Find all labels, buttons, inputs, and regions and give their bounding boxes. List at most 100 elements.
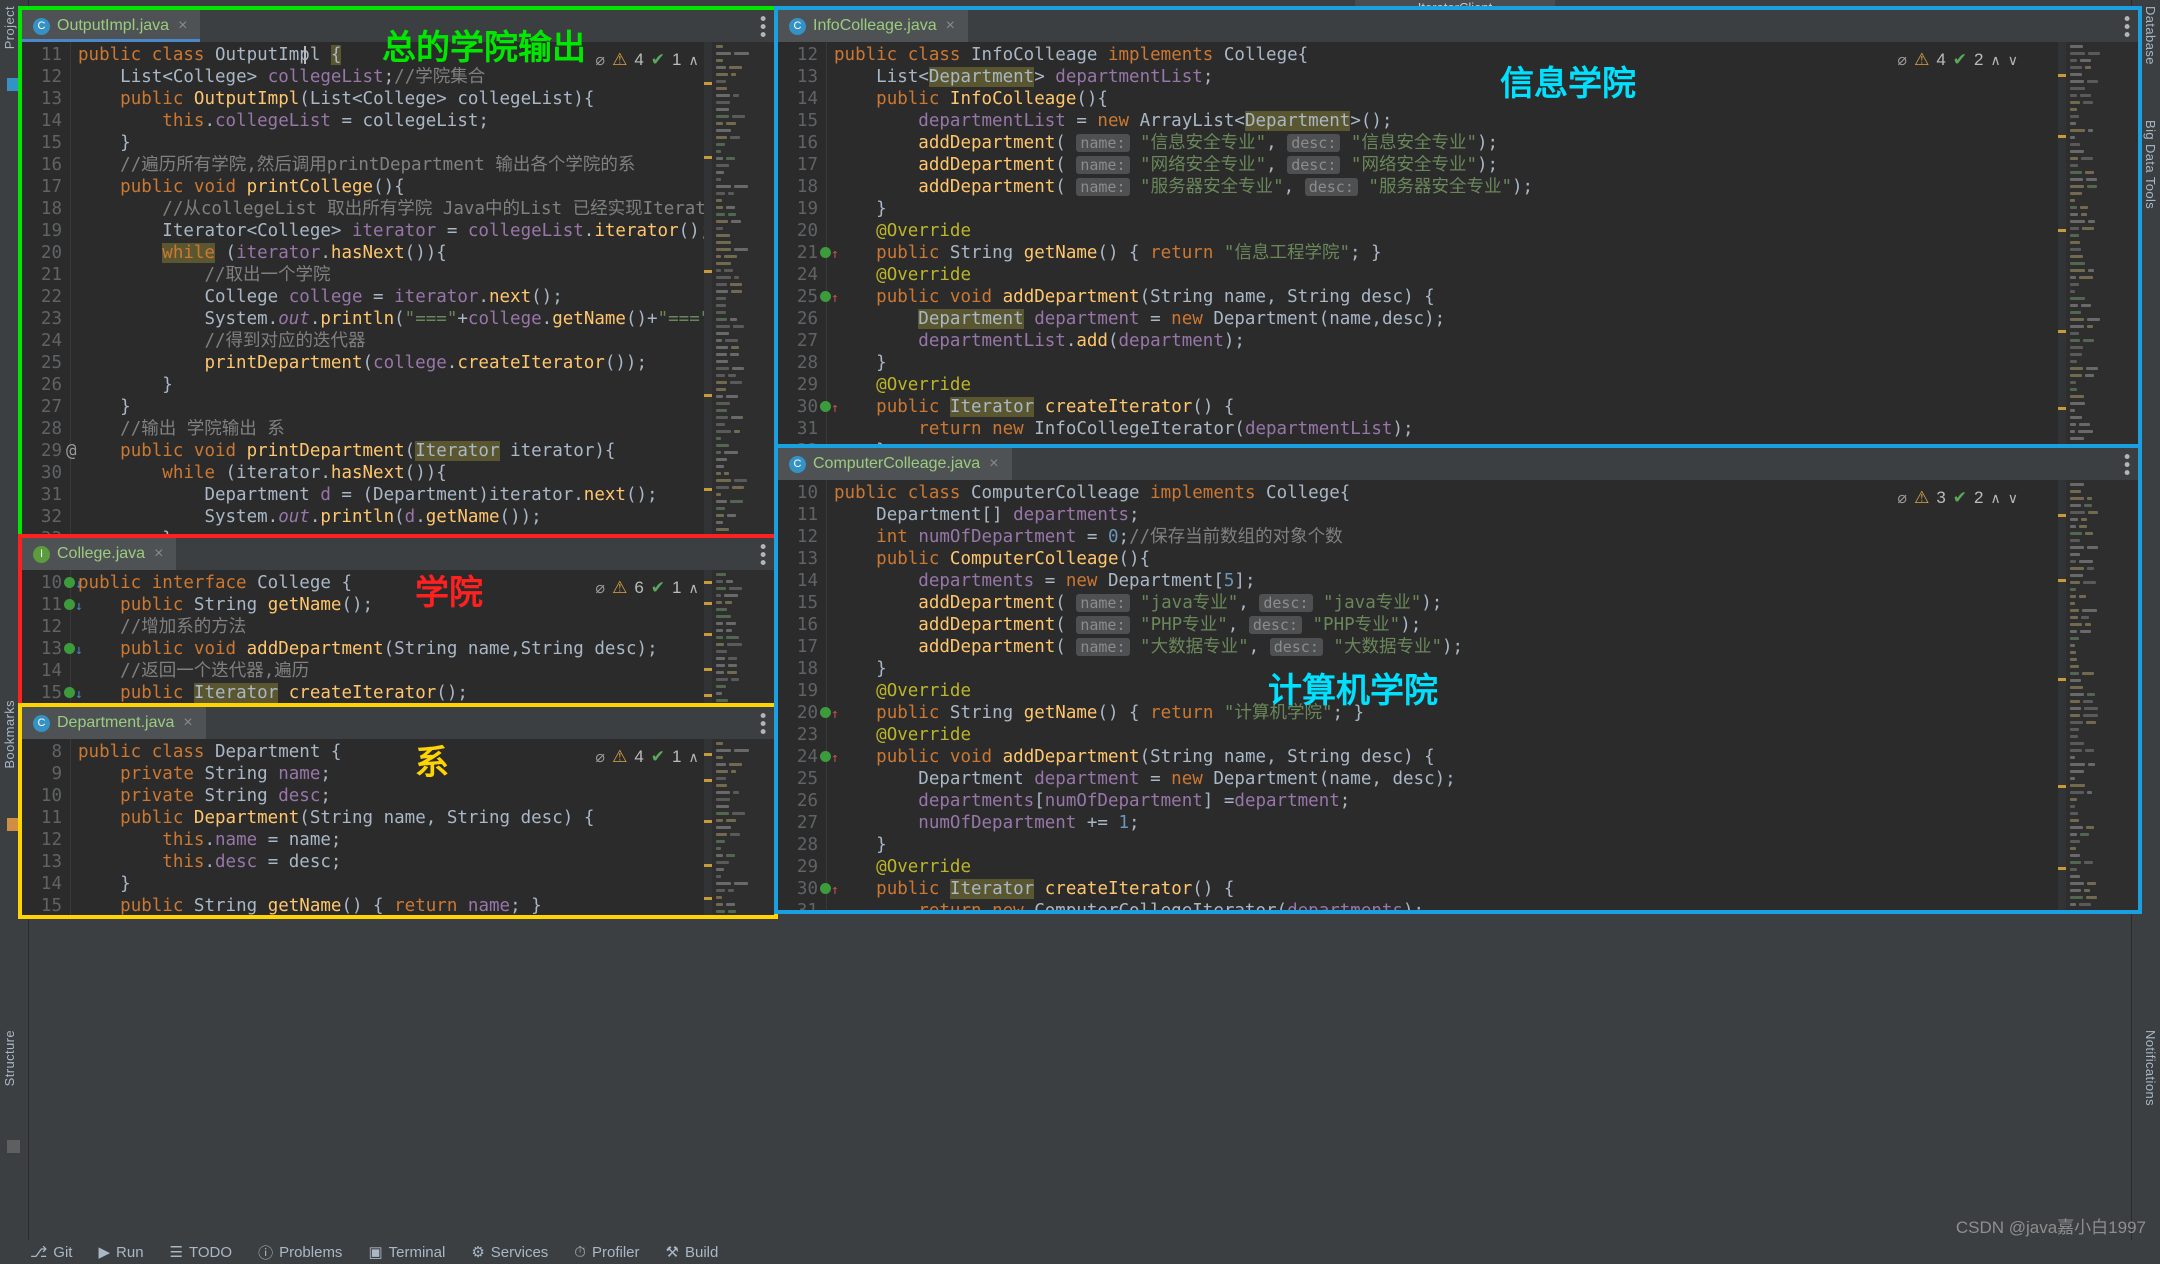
stripe-marker[interactable] xyxy=(704,820,712,823)
code-minimap[interactable] xyxy=(2066,480,2138,910)
code-line[interactable]: addDepartment( name: "信息安全专业", desc: "信息… xyxy=(834,132,1498,154)
close-icon[interactable]: × xyxy=(154,545,163,563)
code-line[interactable]: printDepartment(college.createIterator()… xyxy=(78,352,647,374)
code-line[interactable]: Department[] departments; xyxy=(834,504,1140,526)
stripe-marker[interactable] xyxy=(2058,229,2066,232)
code-line[interactable]: addDepartment( name: "PHP专业", desc: "PHP… xyxy=(834,614,1421,636)
stripe-marker[interactable] xyxy=(704,270,712,273)
code-minimap[interactable] xyxy=(712,42,774,538)
code-line[interactable]: public OutputImpl(List<College> collegeL… xyxy=(78,88,594,110)
close-icon[interactable]: × xyxy=(178,17,187,35)
code-line[interactable]: departmentList = new ArrayList<Departmen… xyxy=(834,110,1392,132)
more-options-icon[interactable]: ••• xyxy=(758,713,764,737)
stripe-marker[interactable] xyxy=(704,694,712,697)
status-item-todo[interactable]: ☰TODO xyxy=(170,1243,233,1261)
code-line[interactable]: private String desc; xyxy=(78,785,331,807)
code-line[interactable]: addDepartment( name: "服务器安全专业", desc: "服… xyxy=(834,176,1533,198)
code-minimap[interactable] xyxy=(712,570,774,708)
code-line[interactable]: public Department(String name, String de… xyxy=(78,807,594,829)
code-line[interactable]: //遍历所有学院,然后调用printDepartment 输出各个学院的系 xyxy=(78,154,635,176)
status-item-git[interactable]: ⎇Git xyxy=(30,1243,72,1261)
error-stripe[interactable] xyxy=(704,570,712,708)
code-line[interactable]: } xyxy=(78,873,131,895)
tab-infocolleage[interactable]: CInfoColleage.java× xyxy=(778,10,968,42)
tab-department[interactable]: CDepartment.java× xyxy=(22,707,206,739)
code-line[interactable]: System.out.println(d.getName()); xyxy=(78,506,542,528)
code-line[interactable]: @Override xyxy=(834,724,971,746)
status-item-problems[interactable]: ⓘProblems xyxy=(258,1242,342,1263)
status-item-services[interactable]: ⚙Services xyxy=(471,1243,548,1261)
code-area[interactable]: 12public class InfoColleage implements C… xyxy=(778,42,2138,448)
code-line[interactable]: public void addDepartment(String name, S… xyxy=(834,746,1435,768)
code-line[interactable]: while (iterator.hasNext()){ xyxy=(78,242,447,264)
code-area[interactable]: 8public class Department {9 private Stri… xyxy=(22,739,774,915)
code-line[interactable]: public class ComputerColleage implements… xyxy=(834,482,1350,504)
code-area[interactable]: 11public class OutputImpl {12 List<Colle… xyxy=(22,42,774,538)
code-line[interactable]: public ComputerColleage(){ xyxy=(834,548,1150,570)
stripe-marker[interactable] xyxy=(2058,785,2066,788)
code-line[interactable]: return new InfoCollegeIterator(departmen… xyxy=(834,418,1414,440)
more-options-icon[interactable]: ••• xyxy=(2122,454,2128,478)
code-line[interactable]: College college = iterator.next(); xyxy=(78,286,563,308)
code-line[interactable]: addDepartment( name: "java专业", desc: "ja… xyxy=(834,592,1442,614)
code-line[interactable]: @Override xyxy=(834,856,971,878)
close-icon[interactable]: × xyxy=(989,455,998,473)
code-line[interactable]: departments[numOfDepartment] =department… xyxy=(834,790,1350,812)
code-line[interactable]: public class OutputImpl { xyxy=(78,44,341,66)
error-stripe[interactable] xyxy=(2058,42,2066,448)
code-line[interactable]: public String getName() { return "信息工程学院… xyxy=(834,242,1382,264)
stripe-marker[interactable] xyxy=(704,82,712,85)
code-line[interactable]: Department department = new Department(n… xyxy=(834,768,1456,790)
code-line[interactable]: return new ComputerCollegeIterator(depar… xyxy=(834,900,1424,910)
stripe-marker[interactable] xyxy=(704,156,712,159)
code-area[interactable]: 10↓public interface College {11↓ public … xyxy=(22,570,774,708)
code-line[interactable]: //增加系的方法 xyxy=(78,616,246,638)
more-options-icon[interactable]: ••• xyxy=(758,544,764,568)
stripe-marker[interactable] xyxy=(2058,678,2066,681)
code-line[interactable]: addDepartment( name: "大数据专业", desc: "大数据… xyxy=(834,636,1463,658)
code-minimap[interactable] xyxy=(2066,42,2138,448)
code-line[interactable]: Department d = (Department)iterator.next… xyxy=(78,484,658,506)
error-stripe[interactable] xyxy=(704,739,712,915)
code-line[interactable]: } xyxy=(834,198,887,220)
code-line[interactable]: } xyxy=(78,528,173,538)
stripe-marker[interactable] xyxy=(704,633,712,636)
code-line[interactable]: int numOfDepartment = 0;//保存当前数组的对象个数 xyxy=(834,526,1343,548)
code-line[interactable]: public InfoColleage(){ xyxy=(834,88,1108,110)
error-stripe[interactable] xyxy=(704,42,712,538)
code-line[interactable]: while (iterator.hasNext()){ xyxy=(78,462,447,484)
code-line[interactable]: //取出一个学院 xyxy=(78,264,331,286)
code-area[interactable]: 10public class ComputerColleage implemen… xyxy=(778,480,2138,910)
tab-outputimpl[interactable]: COutputImpl.java× xyxy=(22,10,200,42)
code-line[interactable]: } xyxy=(78,132,131,154)
code-line[interactable]: } xyxy=(834,440,887,448)
code-line[interactable]: //输出 学院输出 系 xyxy=(78,418,285,440)
code-line[interactable]: public interface College { xyxy=(78,572,352,594)
code-line[interactable]: public String getName() { return name; } xyxy=(78,895,542,915)
status-item-build[interactable]: ⚒Build xyxy=(666,1243,719,1261)
sidebar-item-structure[interactable]: Structure xyxy=(2,1030,26,1086)
status-item-profiler[interactable]: ⏱Profiler xyxy=(574,1244,639,1261)
code-line[interactable]: } xyxy=(834,834,887,856)
code-line[interactable]: Iterator<College> iterator = collegeList… xyxy=(78,220,710,242)
code-line[interactable]: public Iterator createIterator() { xyxy=(834,396,1234,418)
code-line[interactable]: public void printDepartment(Iterator ite… xyxy=(78,440,615,462)
close-icon[interactable]: × xyxy=(183,714,192,732)
code-line[interactable]: public void addDepartment(String name, S… xyxy=(834,286,1435,308)
code-line[interactable]: //返回一个迭代器,遍历 xyxy=(78,660,309,682)
error-stripe[interactable] xyxy=(2058,480,2066,910)
code-line[interactable]: departments = new Department[5]; xyxy=(834,570,1256,592)
code-line[interactable]: public class Department { xyxy=(78,741,341,763)
stripe-marker[interactable] xyxy=(2058,407,2066,410)
code-line[interactable]: this.name = name; xyxy=(78,829,341,851)
code-line[interactable]: @Override xyxy=(834,680,971,702)
sidebar-item-notifications[interactable]: Notifications xyxy=(2134,1030,2158,1106)
code-line[interactable]: public class InfoColleage implements Col… xyxy=(834,44,1308,66)
stripe-marker[interactable] xyxy=(704,864,712,867)
more-options-icon[interactable]: ••• xyxy=(758,16,764,40)
code-line[interactable]: this.collegeList = collegeList; xyxy=(78,110,489,132)
stripe-marker[interactable] xyxy=(704,602,712,605)
code-line[interactable]: this.desc = desc; xyxy=(78,851,341,873)
stripe-marker[interactable] xyxy=(704,394,712,397)
stripe-marker[interactable] xyxy=(704,779,712,782)
